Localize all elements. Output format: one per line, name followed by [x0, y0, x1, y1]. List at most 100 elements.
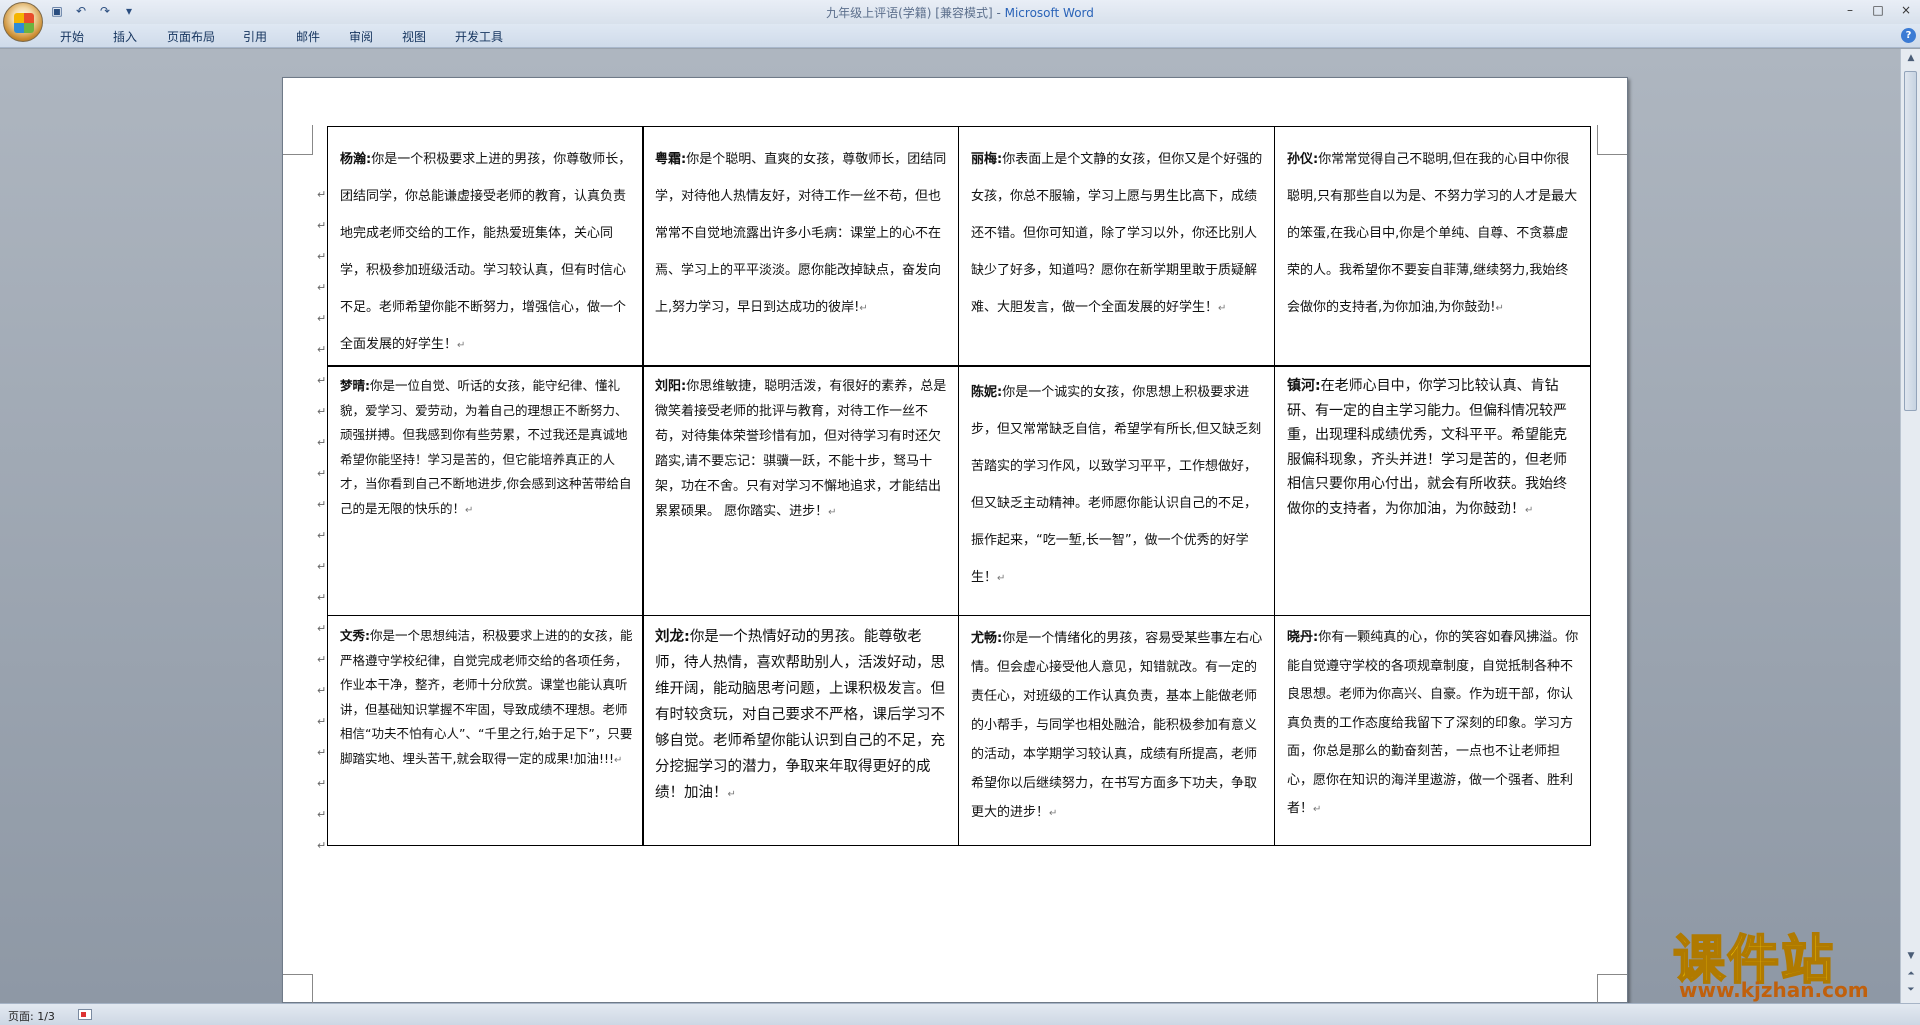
- comment-text: 你常常觉得自己不聪明,但在我的心目中你很聪明,只有那些自以为是、不努力学习的人才…: [1287, 152, 1578, 315]
- crop-mark-bottom-right: [1597, 974, 1627, 1004]
- comment-text: 你是个聪明、直爽的女孩，尊敬师长，团结同学，对待他人热情友好，对待工作一丝不苟，…: [655, 152, 947, 315]
- paragraph-mark: ↵: [317, 312, 327, 325]
- tab-home[interactable]: 开始: [60, 28, 84, 45]
- maximize-button[interactable]: □: [1864, 0, 1892, 20]
- cell-end-mark: ↵: [1525, 504, 1534, 516]
- vertical-scrollbar[interactable]: ▲ ▼ ⏶ ⏷: [1900, 49, 1920, 1003]
- status-bar: 页面: 1/3: [0, 1003, 1920, 1025]
- comment-cell[interactable]: 晓丹:你有一颗纯真的心，你的笑容如春风拂溢。你能自觉遵守学校的各项规章制度，自觉…: [1274, 615, 1591, 846]
- comment-cell[interactable]: 陈妮:你是一个诚实的女孩，你思想上积极要求进步，但又常常缺乏自信，希望学有所长,…: [958, 365, 1275, 616]
- cell-end-mark: ↵: [465, 504, 474, 516]
- close-button[interactable]: ×: [1892, 0, 1920, 20]
- paragraph-mark: ↵: [317, 219, 327, 232]
- cell-end-mark: ↵: [457, 340, 466, 351]
- paragraph-mark: ↵: [317, 498, 327, 511]
- paragraph-mark: ↵: [317, 281, 327, 294]
- help-icon[interactable]: ?: [1901, 28, 1916, 43]
- paragraph-mark: ↵: [317, 560, 327, 573]
- minimize-button[interactable]: –: [1836, 0, 1864, 20]
- paragraph-mark: ↵: [317, 684, 327, 697]
- cell-end-mark: ↵: [614, 754, 623, 766]
- cell-end-mark: ↵: [1218, 303, 1227, 314]
- comment-cell[interactable]: 尤畅:你是一个情绪化的男孩，容易受某些事左右心情。但会虚心接受他人意见，知错就改…: [958, 615, 1275, 846]
- comment-cell[interactable]: 粤霜:你是个聪明、直爽的女孩，尊敬师长，团结同学，对待他人热情友好，对待工作一丝…: [642, 126, 959, 367]
- comment-cell[interactable]: 杨瀚:你是一个积极要求上进的男孩，你尊敬师长，团结同学，你总能谦虚接受老师的教育…: [327, 126, 644, 367]
- paragraph-mark: ↵: [317, 746, 327, 759]
- cell-end-mark: ↵: [1049, 808, 1058, 819]
- paragraph-mark: ↵: [317, 436, 327, 449]
- cell-end-mark: ↵: [1495, 303, 1504, 314]
- student-name: 刘阳:: [655, 379, 687, 394]
- crop-mark-top-left: [283, 125, 313, 155]
- comment-text: 在老师心目中，你学习比较认真、肯钻研、有一定的自主学习能力。但偏科情况较严重，出…: [1287, 378, 1567, 517]
- window-title: 九年级上评语(学籍) [兼容模式] - Microsoft Word: [0, 4, 1920, 21]
- comment-cell[interactable]: 梦晴:你是一位自觉、听话的女孩，能守纪律、懂礼貌，爱学习、爱劳动，为着自己的理想…: [327, 365, 644, 616]
- crop-mark-top-right: [1597, 125, 1627, 155]
- page-number-status[interactable]: 页面: 1/3: [8, 1008, 55, 1024]
- paragraph-mark: ↵: [317, 188, 327, 201]
- comment-text: 你表面上是个文静的女孩，但你又是个好强的女孩，你总不服输，学习上愿与男生比高下，…: [971, 152, 1263, 315]
- comment-text: 你是一个热情好动的男孩。能尊敬老师，待人热情，喜欢帮助别人，活泼好动，思维开阔，…: [655, 629, 945, 801]
- title-bar: ▣ ↶ ↷ ▾ 九年级上评语(学籍) [兼容模式] - Microsoft Wo…: [0, 0, 1920, 24]
- tab-page-layout[interactable]: 页面布局: [167, 28, 215, 45]
- title-separator: -: [992, 6, 1005, 20]
- student-name: 镇河:: [1287, 378, 1321, 394]
- student-name: 文秀:: [340, 628, 370, 643]
- student-name: 孙仪:: [1287, 152, 1319, 167]
- comment-cell[interactable]: 孙仪:你常常觉得自己不聪明,但在我的心目中你很聪明,只有那些自以为是、不努力学习…: [1274, 126, 1591, 367]
- comment-text: 你是一位自觉、听话的女孩，能守纪律、懂礼貌，爱学习、爱劳动，为着自己的理想正不断…: [340, 378, 632, 516]
- tab-mailings[interactable]: 邮件: [296, 28, 320, 45]
- document-title: 九年级上评语(学籍) [兼容模式]: [826, 6, 993, 20]
- proofing-icon[interactable]: [78, 1009, 92, 1020]
- scroll-up-icon[interactable]: ▲: [1903, 51, 1919, 65]
- paragraph-mark: ↵: [317, 839, 327, 852]
- tab-developer[interactable]: 开发工具: [455, 28, 503, 45]
- cell-end-mark: ↵: [1313, 804, 1322, 815]
- paragraph-mark: ↵: [317, 622, 327, 635]
- office-button[interactable]: [3, 2, 43, 42]
- paragraph-mark: ↵: [317, 250, 327, 263]
- tab-review[interactable]: 审阅: [349, 28, 373, 45]
- student-name: 丽梅:: [971, 152, 1003, 167]
- paragraph-mark: ↵: [317, 591, 327, 604]
- app-name: Microsoft Word: [1004, 6, 1094, 20]
- window-controls: – □ ×: [1836, 0, 1920, 20]
- comment-cell[interactable]: 刘阳:你思维敏捷，聪明活泼，有很好的素养，总是微笑着接受老师的批评与教育，对待工…: [642, 365, 959, 616]
- comment-cell[interactable]: 刘龙:你是一个热情好动的男孩。能尊敬老师，待人热情，喜欢帮助别人，活泼好动，思维…: [642, 615, 959, 846]
- comments-table: 杨瀚:你是一个积极要求上进的男孩，你尊敬师长，团结同学，你总能谦虚接受老师的教育…: [327, 126, 1591, 846]
- watermark-url: www.kjzhan.com: [1679, 978, 1869, 1002]
- student-name: 尤畅:: [971, 631, 1003, 646]
- student-name: 刘龙:: [655, 629, 690, 645]
- paragraph-mark: ↵: [317, 715, 327, 728]
- ribbon-tabs: 开始 插入 页面布局 引用 邮件 审阅 视图 开发工具: [0, 24, 1920, 48]
- student-name: 陈妮:: [971, 385, 1003, 400]
- comment-cell[interactable]: 文秀:你是一个思想纯洁，积极要求上进的的女孩，能严格遵守学校纪律，自觉完成老师交…: [327, 615, 644, 846]
- comment-text: 你是一个情绪化的男孩，容易受某些事左右心情。但会虚心接受他人意见，知错就改。有一…: [971, 631, 1263, 820]
- comment-cell[interactable]: 丽梅:你表面上是个文静的女孩，但你又是个好强的女孩，你总不服输，学习上愿与男生比…: [958, 126, 1275, 367]
- office-logo-icon: [14, 13, 34, 33]
- paragraph-mark: ↵: [317, 374, 327, 387]
- paragraph-mark: ↵: [317, 808, 327, 821]
- student-name: 梦晴:: [340, 378, 370, 393]
- previous-page-icon[interactable]: ⏶: [1903, 967, 1919, 981]
- comment-text: 你有一颗纯真的心，你的笑容如春风拂溢。你能自觉遵守学校的各项规章制度，自觉抵制各…: [1287, 630, 1579, 816]
- comment-text: 你思维敏捷，聪明活泼，有很好的素养，总是微笑着接受老师的批评与教育，对待工作一丝…: [655, 379, 947, 519]
- cell-end-mark: ↵: [997, 573, 1006, 584]
- tab-insert[interactable]: 插入: [113, 28, 137, 45]
- site-watermark: 课件站 www.kjzhan.com: [1665, 918, 1905, 1004]
- cell-end-mark: ↵: [727, 789, 736, 800]
- paragraph-mark: ↵: [317, 777, 327, 790]
- scroll-thumb[interactable]: [1904, 71, 1917, 411]
- paragraph-mark: ↵: [317, 405, 327, 418]
- paragraph-mark: ↵: [317, 653, 327, 666]
- document-page[interactable]: ↵ ↵ ↵ ↵ ↵ ↵ ↵ ↵ ↵ ↵ ↵ ↵ ↵ ↵ ↵ ↵ ↵ ↵ ↵ ↵ ↵ ↵ 杨瀚:你是一个积极要求上进的男孩，…: [282, 77, 1628, 1004]
- paragraph-mark: ↵: [317, 343, 327, 356]
- paragraph-mark: ↵: [317, 529, 327, 542]
- comment-text: 你是一个诚实的女孩，你思想上积极要求进步，但又常常缺乏自信，希望学有所长,但又缺…: [971, 385, 1262, 585]
- next-page-icon[interactable]: ⏷: [1903, 983, 1919, 997]
- tab-references[interactable]: 引用: [243, 28, 267, 45]
- tab-view[interactable]: 视图: [402, 28, 426, 45]
- scroll-down-icon[interactable]: ▼: [1903, 949, 1919, 963]
- comment-cell[interactable]: 镇河:在老师心目中，你学习比较认真、肯钻研、有一定的自主学习能力。但偏科情况较严…: [1274, 365, 1591, 616]
- student-name: 杨瀚:: [340, 152, 372, 167]
